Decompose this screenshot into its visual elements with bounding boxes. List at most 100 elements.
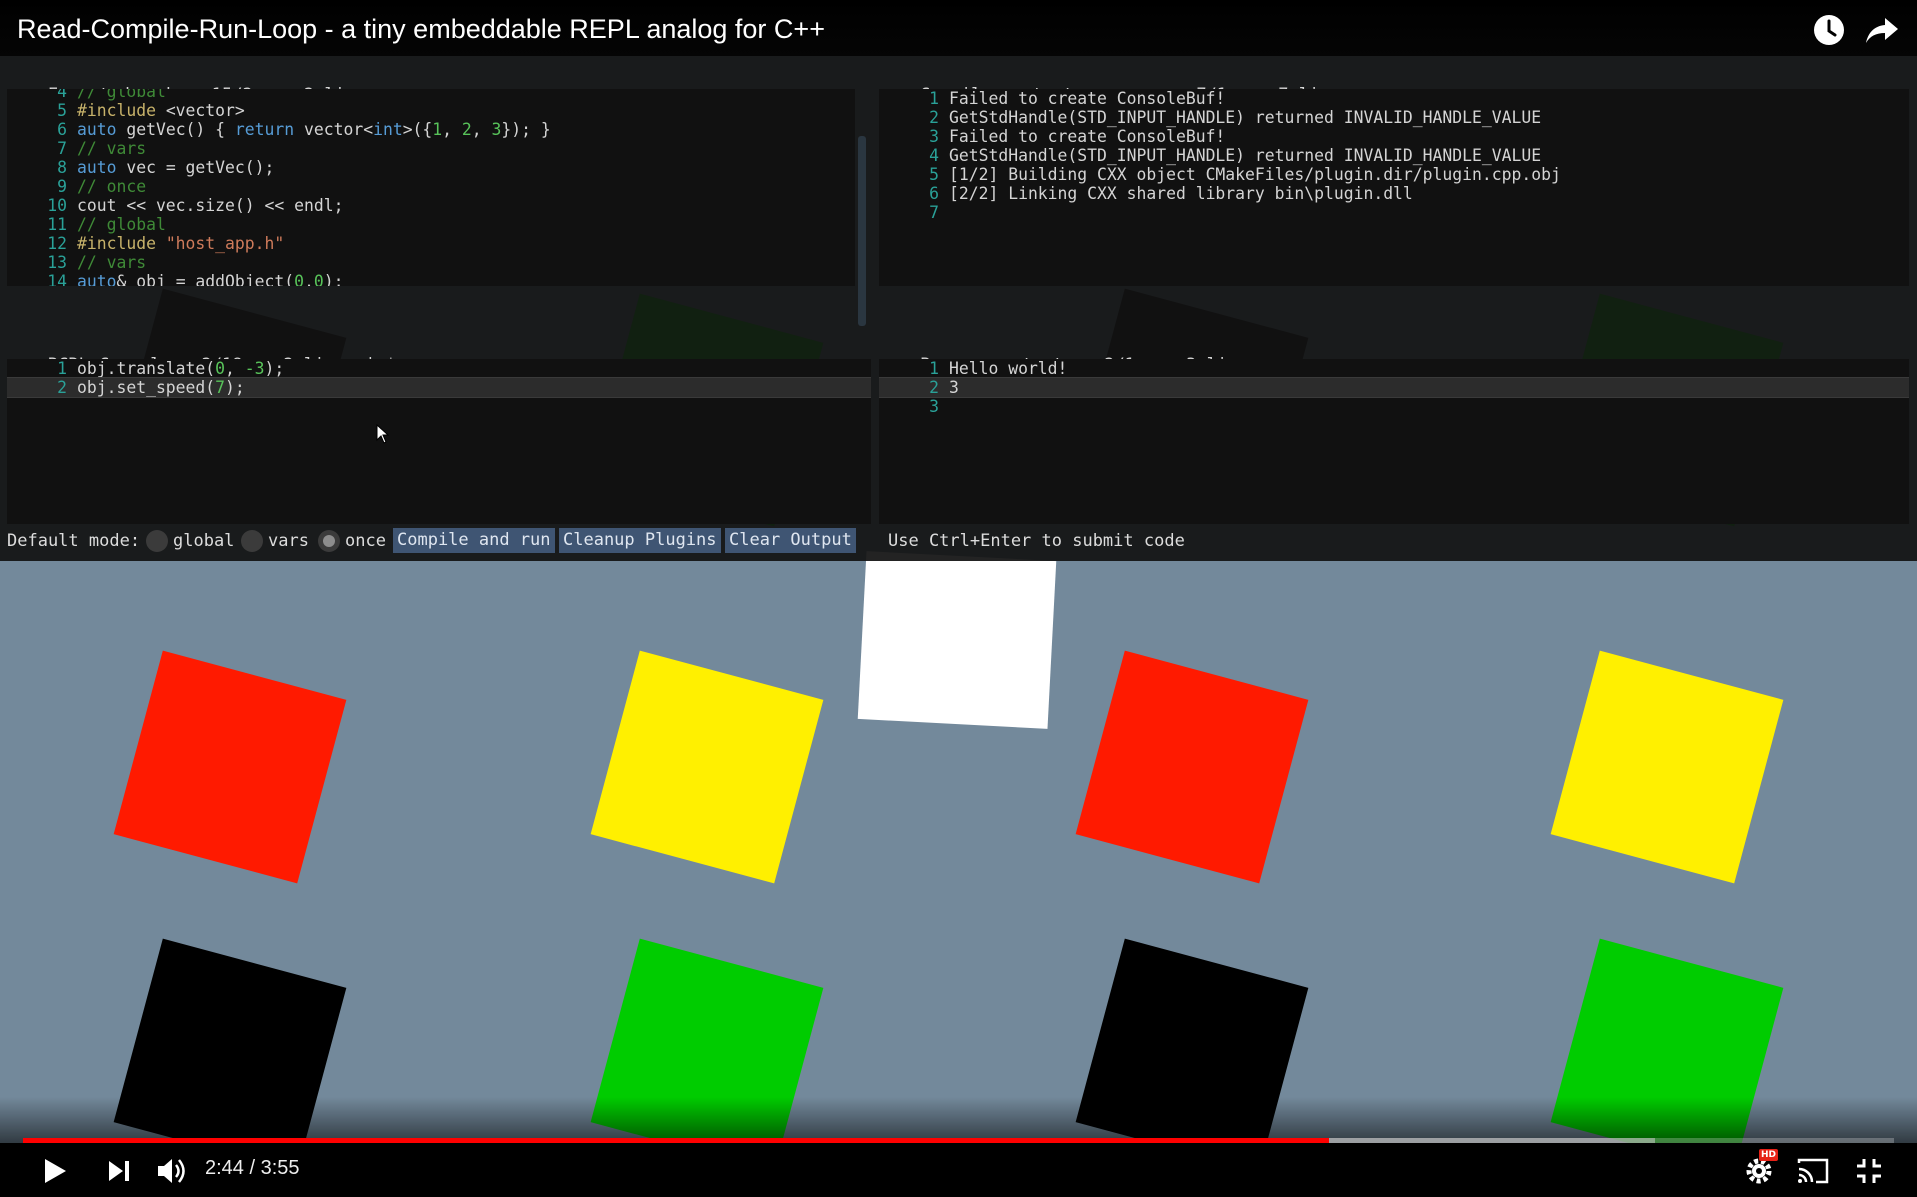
submit-hint: Use Ctrl+Enter to submit code [888, 531, 1185, 551]
line-number: 5 [929, 165, 939, 184]
line-text: [1/2] Building CXX object CMakeFiles/plu… [949, 165, 1561, 184]
line-text: obj.set_speed(7); [77, 378, 245, 397]
code-line: 2 obj.set_speed(7); [7, 377, 871, 398]
line-number: 9 [57, 177, 67, 196]
code-line: 10 cout << vec.size() << endl; [7, 196, 855, 215]
code-line: 3 Failed to create ConsoleBuf! [879, 127, 1909, 146]
line-number: 2 [929, 108, 939, 127]
next-video-icon[interactable] [107, 1159, 131, 1183]
line-number: 7 [57, 139, 67, 158]
code-line: 9 // once [7, 177, 855, 196]
line-number: 12 [47, 234, 67, 253]
cube-red [1075, 650, 1309, 884]
line-number: 2 [57, 378, 67, 397]
compiler-output-view[interactable]: 1 Failed to create ConsoleBuf! 2 GetStdHand… [879, 89, 1909, 286]
play-icon[interactable] [42, 1157, 68, 1185]
code-line: 1 Hello world! [879, 359, 1909, 378]
line-number: 7 [929, 203, 939, 222]
line-text: #include "host_app.h" [77, 234, 285, 253]
code-line: 1 Failed to create ConsoleBuf! [879, 89, 1909, 108]
line-text: // vars [77, 253, 147, 272]
mode-bar: Default mode: global vars once Compile a… [0, 528, 1917, 562]
player-control-bar: 2:44 / 3:55 HD [0, 1143, 1917, 1197]
mode-label-once[interactable]: once [345, 531, 386, 551]
rcrl-console-input[interactable]: 1 obj.translate(0, -3); 2 obj.set_speed(7); [7, 359, 871, 524]
cleanup-plugins-button[interactable]: Cleanup Plugins [559, 528, 721, 553]
line-number: 4 [57, 89, 67, 101]
line-text: GetStdHandle(STD_INPUT_HANDLE) returned … [949, 146, 1542, 165]
code-line: 6 auto getVec() { return vector<int>({1, … [7, 120, 855, 139]
line-text: // global [77, 89, 166, 101]
code-line: 12 #include "host_app.h" [7, 234, 855, 253]
code-line: 1 obj.translate(0, -3); [7, 359, 871, 378]
code-line: 14 auto& obj = addObject(0,0); [7, 272, 855, 286]
executed-code-editor[interactable]: 4 // global 5 #include <vector> 6 auto getVec… [7, 89, 855, 286]
share-icon[interactable] [1865, 14, 1899, 46]
code-line: 13 // vars [7, 253, 855, 272]
line-text: auto vec = getVec(); [77, 158, 275, 177]
rcrl-window: Executed code: 15/2 2 lines 4// global5#… [0, 56, 1917, 561]
line-text: auto getVec() { return vector<int>({1, 2… [77, 120, 551, 139]
code-line: 7 // vars [7, 139, 855, 158]
line-text: [2/2] Linking CXX shared library bin\plu… [949, 184, 1413, 203]
code-line: 3 [879, 397, 1909, 416]
cube-red [113, 650, 347, 884]
mode-radio-once[interactable] [318, 530, 340, 552]
line-number: 3 [929, 397, 939, 416]
mode-radio-global[interactable] [146, 530, 168, 552]
line-number: 11 [47, 215, 67, 234]
line-text: Hello world! [949, 359, 1068, 378]
code-line: 2 GetStdHandle(STD_INPUT_HANDLE) returned… [879, 108, 1909, 127]
mode-label-global[interactable]: global [173, 531, 234, 551]
code-line: 4 GetStdHandle(STD_INPUT_HANDLE) returned… [879, 146, 1909, 165]
line-number: 6 [929, 184, 939, 203]
executed-code-scrollbar[interactable] [858, 136, 866, 326]
line-text: auto& obj = addObject(0,0); [77, 272, 344, 286]
cube-yellow [1550, 650, 1784, 884]
watch-later-icon[interactable] [1813, 14, 1845, 46]
code-line: 5 [1/2] Building CXX object CMakeFiles/pl… [879, 165, 1909, 184]
code-line: 5 #include <vector> [7, 101, 855, 120]
cast-icon[interactable] [1796, 1157, 1830, 1185]
code-line: 8 auto vec = getVec(); [7, 158, 855, 177]
settings-gear-icon[interactable] [1745, 1157, 1773, 1185]
line-text: obj.translate(0, -3); [77, 359, 285, 378]
clear-output-button[interactable]: Clear Output [725, 528, 856, 553]
code-line: 6 [2/2] Linking CXX shared library bin\pl… [879, 184, 1909, 203]
exit-fullscreen-icon[interactable] [1855, 1157, 1883, 1185]
video-title-bar: Read-Compile-Run-Loop - a tiny embeddabl… [0, 0, 1917, 56]
mouse-cursor-icon [376, 424, 390, 444]
line-number: 8 [57, 158, 67, 177]
line-number: 1 [57, 359, 67, 378]
line-number: 14 [47, 272, 67, 286]
line-number: 6 [57, 120, 67, 139]
line-number: 10 [47, 196, 67, 215]
program-output-view[interactable]: 1 Hello world! 2 3 3 [879, 359, 1909, 524]
mode-label-vars[interactable]: vars [268, 531, 309, 551]
code-line: 11 // global [7, 215, 855, 234]
line-text: Failed to create ConsoleBuf! [949, 89, 1226, 108]
line-text: GetStdHandle(STD_INPUT_HANDLE) returned … [949, 108, 1542, 127]
line-number: 1 [929, 89, 939, 108]
hd-badge: HD [1759, 1149, 1779, 1161]
line-text: cout << vec.size() << endl; [77, 196, 344, 215]
mode-radio-vars[interactable] [241, 530, 263, 552]
line-text: // global [77, 215, 166, 234]
code-line: 23 [879, 377, 1909, 398]
line-number: 5 [57, 101, 67, 120]
time-display: 2:44 / 3:55 [205, 1157, 300, 1179]
video-title[interactable]: Read-Compile-Run-Loop - a tiny embeddabl… [17, 14, 825, 45]
line-number: 13 [47, 253, 67, 272]
volume-icon[interactable] [156, 1157, 188, 1185]
line-text: // once [77, 177, 147, 196]
line-text: Failed to create ConsoleBuf! [949, 127, 1226, 146]
code-line: 4 // global [7, 89, 855, 101]
line-number: 1 [929, 359, 939, 378]
compile-and-run-button[interactable]: Compile and run [393, 528, 555, 553]
line-text: #include <vector> [77, 101, 245, 120]
line-text: // vars [77, 139, 147, 158]
cube-white [857, 551, 1057, 729]
code-line: 7 [879, 203, 1909, 222]
cube-yellow [590, 650, 824, 884]
line-text: 3 [949, 378, 959, 397]
